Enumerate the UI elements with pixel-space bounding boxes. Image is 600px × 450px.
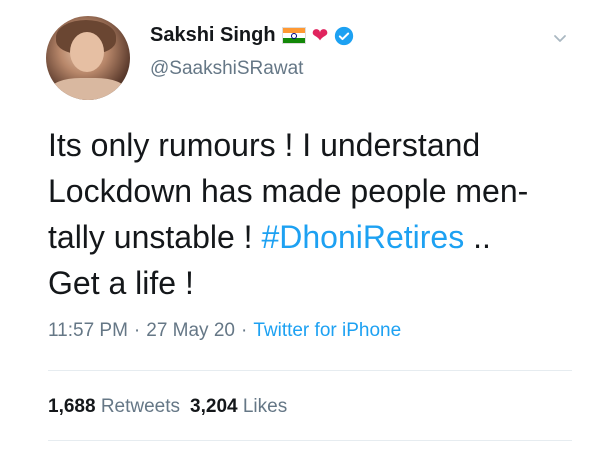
tweet-source-link[interactable]: Twitter for iPhone <box>253 320 401 342</box>
avatar-face <box>70 32 104 72</box>
divider <box>48 440 572 441</box>
tweet-time[interactable]: 11:57 PM <box>48 320 128 342</box>
tweet-date[interactable]: 27 May 20 <box>146 320 235 342</box>
retweets-stat[interactable]: 1,688 Retweets <box>48 396 180 418</box>
india-flag-icon <box>281 27 306 44</box>
avatar[interactable] <box>46 16 130 100</box>
meta-separator: · <box>240 320 248 341</box>
tweet-line: Its only rumours ! I understand <box>48 127 481 163</box>
tweet-text-segment: tally unstable ! <box>48 219 262 255</box>
meta-separator: · <box>133 320 141 341</box>
chevron-down-icon[interactable] <box>552 30 568 46</box>
engagement-stats: 1,688 Retweets 3,204 Likes <box>48 396 287 418</box>
hashtag-link[interactable]: #DhoniRetires <box>261 219 464 255</box>
tweet-text: Its only rumours ! I understand Lockdown… <box>48 122 578 306</box>
likes-count: 3,204 <box>190 396 238 417</box>
verified-icon <box>335 26 354 45</box>
tweet-text-segment: .. <box>464 219 491 255</box>
divider <box>48 370 572 371</box>
name-row: Sakshi Singh ❤ <box>150 24 354 47</box>
red-heart-icon: ❤ <box>311 24 329 47</box>
retweets-label: Retweets <box>100 396 181 417</box>
tweet-line: Lockdown has made people men- <box>48 173 529 209</box>
user-handle[interactable]: @SaakshiSRawat <box>150 58 303 80</box>
avatar-shoulder <box>50 78 126 100</box>
tweet-line: tally unstable ! #DhoniRetires .. <box>48 214 578 260</box>
likes-label: Likes <box>242 396 288 417</box>
tweet-line: Get a life ! <box>48 265 194 301</box>
display-name[interactable]: Sakshi Singh <box>150 24 276 47</box>
retweets-count: 1,688 <box>48 396 96 417</box>
likes-stat[interactable]: 3,204 Likes <box>190 396 287 418</box>
tweet-meta: 11:57 PM · 27 May 20 · Twitter for iPhon… <box>48 320 401 342</box>
